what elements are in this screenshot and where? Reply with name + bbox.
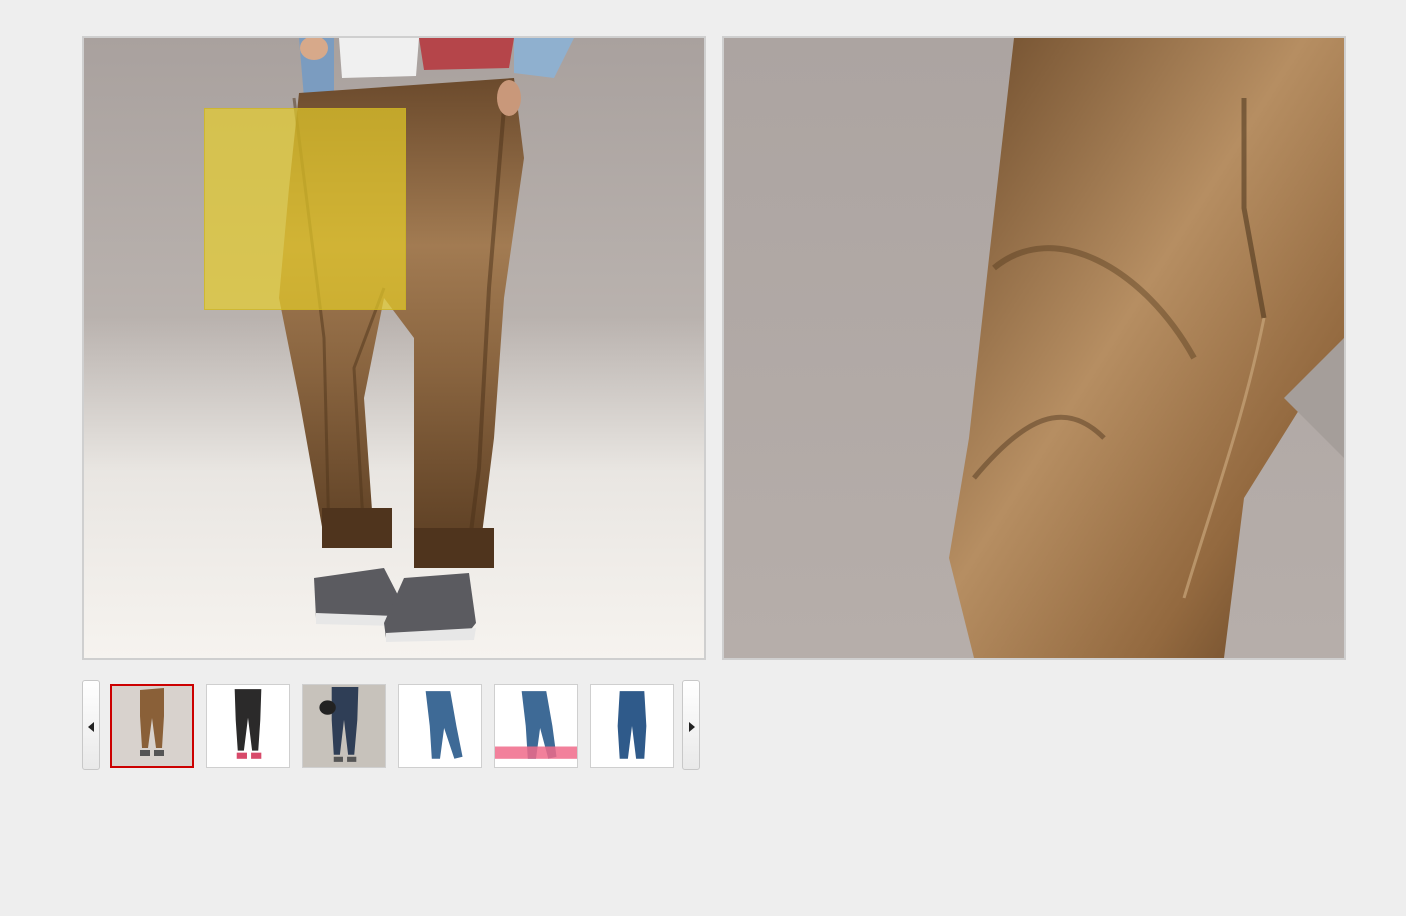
thumbnail-dark-jeans-bag[interactable] (302, 684, 386, 768)
thumbnail-blue-jeans[interactable] (398, 684, 482, 768)
thumb-blue-jeans-image (399, 685, 481, 767)
thumb-blue-jeans-banner-image (495, 685, 577, 767)
main-product-image[interactable] (82, 36, 706, 660)
triangle-right-icon (689, 722, 695, 732)
thumb-brown-jeans-image (112, 686, 192, 766)
thumb-black-jeans-image (207, 685, 289, 767)
magnifier-lens[interactable] (204, 108, 406, 310)
triangle-left-icon (88, 722, 94, 732)
zoomed-jeans-photo (724, 38, 1344, 658)
thumb-dark-jeans-bag-image (303, 685, 385, 767)
thumbnail-blue-jeans-banner[interactable] (494, 684, 578, 768)
thumbnail-black-jeans[interactable] (206, 684, 290, 768)
thumb-blue-jeans-2-image (591, 685, 673, 767)
thumbnail-brown-jeans[interactable] (110, 684, 194, 768)
zoomed-detail-image (722, 36, 1346, 660)
thumbnail-blue-jeans-2[interactable] (590, 684, 674, 768)
next-thumbnails-button[interactable] (682, 680, 700, 770)
prev-thumbnails-button[interactable] (82, 680, 100, 770)
